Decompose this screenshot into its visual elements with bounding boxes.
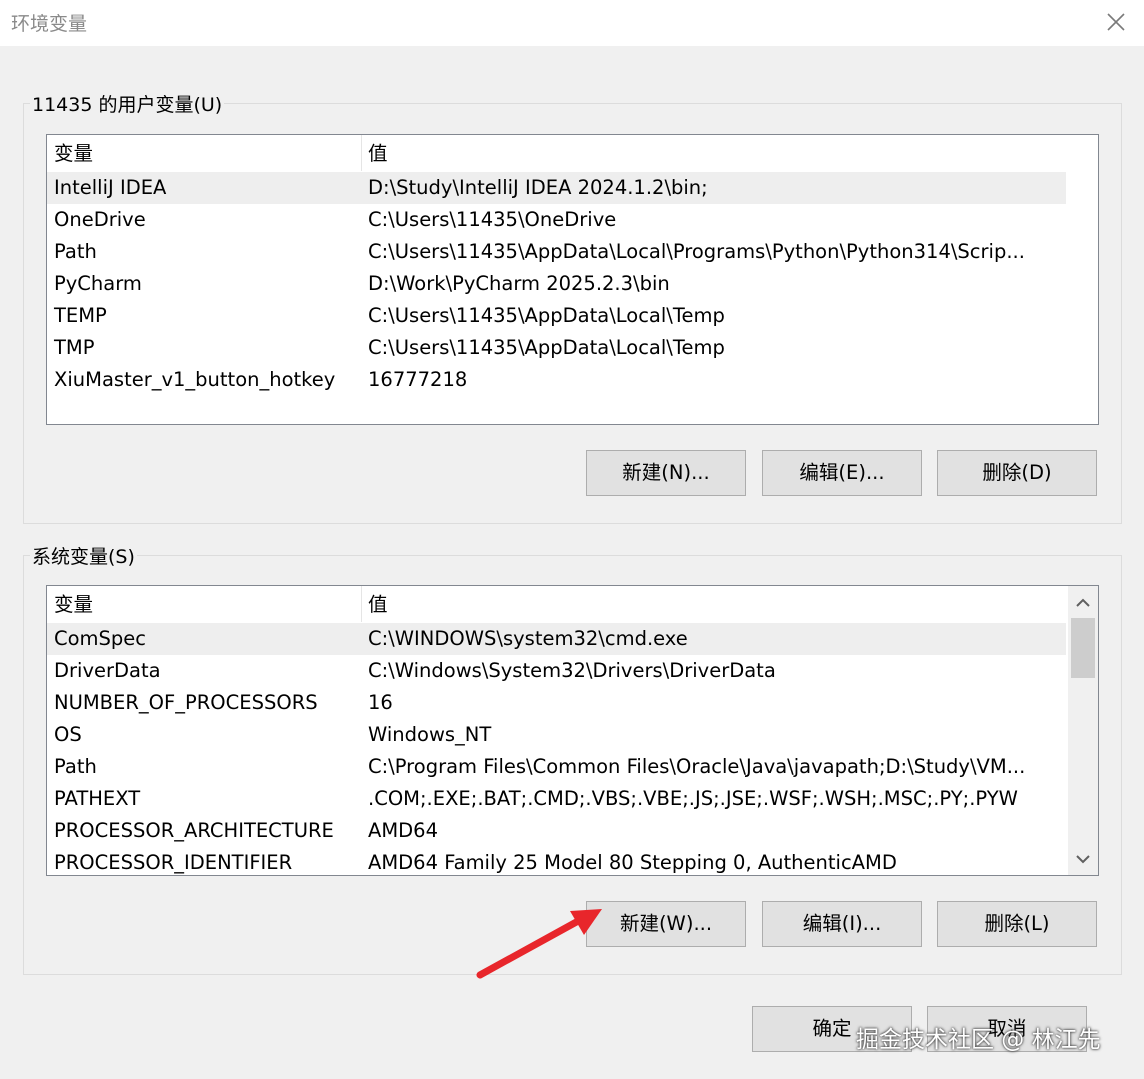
- user-new-button[interactable]: 新建(N)...: [586, 450, 746, 496]
- variable-value: 16777218: [368, 368, 468, 391]
- scroll-up-icon[interactable]: [1068, 588, 1098, 618]
- variable-name: ComSpec: [54, 627, 147, 650]
- column-header-value[interactable]: 值: [368, 586, 388, 624]
- list-item[interactable]: IntelliJ IDEA D:\Study\IntelliJ IDEA 2024…: [47, 172, 1066, 204]
- user-vars-label: 11435 的用户变量(U): [30, 90, 225, 117]
- list-item[interactable]: DriverData C:\Windows\System32\Drivers\Dr…: [47, 655, 1066, 687]
- variable-name: TMP: [54, 336, 95, 359]
- variable-name: DriverData: [54, 659, 161, 682]
- scrollbar-thumb[interactable]: [1071, 618, 1095, 678]
- list-header: 变量 值: [47, 586, 1066, 622]
- system-delete-button[interactable]: 删除(L): [937, 901, 1097, 947]
- list-item[interactable]: Path C:\Program Files\Common Files\Oracle…: [47, 751, 1066, 783]
- user-delete-button[interactable]: 删除(D): [937, 450, 1097, 496]
- variable-name: PyCharm: [54, 272, 142, 295]
- list-item[interactable]: PROCESSOR_ARCHITECTURE AMD64: [47, 815, 1066, 847]
- variable-name: PROCESSOR_ARCHITECTURE: [54, 819, 334, 842]
- user-edit-button[interactable]: 编辑(E)...: [762, 450, 922, 496]
- column-header-value[interactable]: 值: [368, 135, 388, 173]
- close-icon[interactable]: [1104, 10, 1128, 34]
- variable-value: C:\Users\11435\OneDrive: [368, 208, 617, 231]
- variable-name: NUMBER_OF_PROCESSORS: [54, 691, 318, 714]
- list-item[interactable]: XiuMaster_v1_button_hotkey 16777218: [47, 364, 1066, 396]
- variable-value: .COM;.EXE;.BAT;.CMD;.VBS;.VBE;.JS;.JSE;.…: [368, 787, 1018, 810]
- column-divider[interactable]: [361, 135, 362, 171]
- list-item[interactable]: ComSpec C:\WINDOWS\system32\cmd.exe: [47, 623, 1066, 655]
- list-item[interactable]: OS Windows_NT: [47, 719, 1066, 751]
- watermark: 掘金技术社区 @ 林江先: [856, 1027, 1101, 1053]
- variable-value: Windows_NT: [368, 723, 492, 746]
- variable-value: 16: [368, 691, 393, 714]
- list-item[interactable]: OneDrive C:\Users\11435\OneDrive: [47, 204, 1066, 236]
- variable-value: C:\Program Files\Common Files\Oracle\Jav…: [368, 755, 1026, 778]
- list-item[interactable]: TMP C:\Users\11435\AppData\Local\Temp: [47, 332, 1066, 364]
- scroll-down-icon[interactable]: [1068, 844, 1098, 874]
- variable-name: TEMP: [54, 304, 107, 327]
- list-item[interactable]: PATHEXT .COM;.EXE;.BAT;.CMD;.VBS;.VBE;.JS…: [47, 783, 1066, 815]
- variable-value: C:\WINDOWS\system32\cmd.exe: [368, 627, 688, 650]
- variable-name: PROCESSOR_IDENTIFIER: [54, 851, 293, 874]
- user-vars-list[interactable]: 变量 值 IntelliJ IDEA D:\Study\IntelliJ IDEA…: [46, 134, 1099, 425]
- system-vars-label: 系统变量(S): [30, 542, 137, 569]
- variable-name: OneDrive: [54, 208, 146, 231]
- annotation-arrow-icon: [476, 909, 602, 979]
- variable-value: AMD64: [368, 819, 438, 842]
- list-item[interactable]: NUMBER_OF_PROCESSORS 16: [47, 687, 1066, 719]
- system-vars-list[interactable]: 变量 值 ComSpec C:\WINDOWS\system32\cmd.exe D…: [46, 585, 1099, 876]
- window-title: 环境变量: [11, 13, 88, 35]
- variable-value: C:\Windows\System32\Drivers\DriverData: [368, 659, 776, 682]
- variable-name: PATHEXT: [54, 787, 141, 810]
- list-item[interactable]: PyCharm D:\Work\PyCharm 2025.2.3\bin: [47, 268, 1066, 300]
- variable-value: AMD64 Family 25 Model 80 Stepping 0, Aut…: [368, 851, 897, 874]
- variable-value: D:\Study\IntelliJ IDEA 2024.1.2\bin;: [368, 176, 708, 199]
- list-item[interactable]: PROCESSOR_IDENTIFIER AMD64 Family 25 Mode…: [47, 847, 1066, 875]
- column-header-variable[interactable]: 变量: [54, 135, 93, 173]
- column-header-variable[interactable]: 变量: [54, 586, 93, 624]
- list-item[interactable]: Path C:\Users\11435\AppData\Local\Program…: [47, 236, 1066, 268]
- variable-name: XiuMaster_v1_button_hotkey: [54, 368, 336, 391]
- system-new-button[interactable]: 新建(W)...: [586, 901, 746, 947]
- column-divider[interactable]: [361, 586, 362, 622]
- variable-value: C:\Users\11435\AppData\Local\Temp: [368, 336, 725, 359]
- vertical-scrollbar[interactable]: [1068, 586, 1098, 875]
- variable-name: IntelliJ IDEA: [54, 176, 167, 199]
- variable-value: D:\Work\PyCharm 2025.2.3\bin: [368, 272, 670, 295]
- variable-name: Path: [54, 755, 97, 778]
- title-bar: 环境变量: [0, 0, 1144, 46]
- list-header: 变量 值: [47, 135, 1066, 171]
- variable-name: OS: [54, 723, 82, 746]
- variable-value: C:\Users\11435\AppData\Local\Temp: [368, 304, 725, 327]
- list-item[interactable]: TEMP C:\Users\11435\AppData\Local\Temp: [47, 300, 1066, 332]
- variable-name: Path: [54, 240, 97, 263]
- system-edit-button[interactable]: 编辑(I)...: [762, 901, 922, 947]
- variable-value: C:\Users\11435\AppData\Local\Programs\Py…: [368, 240, 1025, 263]
